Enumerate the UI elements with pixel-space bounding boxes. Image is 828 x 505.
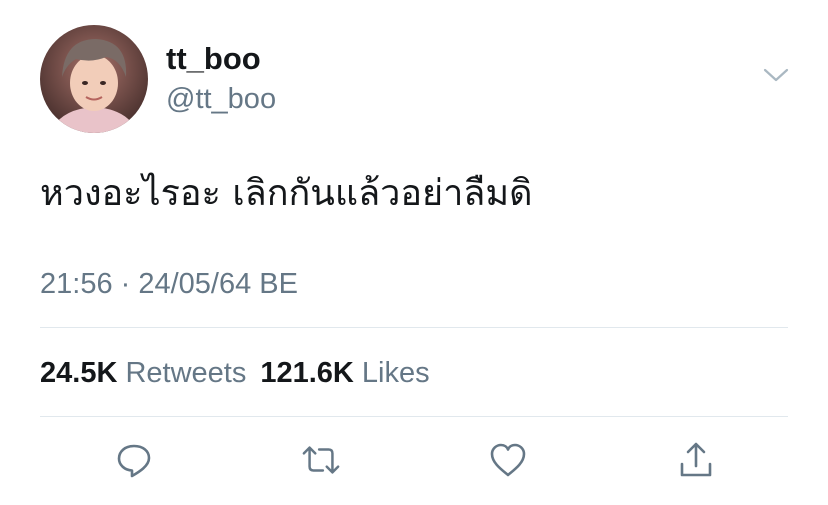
likes-label[interactable]: Likes — [362, 357, 430, 389]
divider — [40, 327, 788, 328]
divider — [40, 416, 788, 417]
display-name[interactable]: tt_boo — [166, 41, 261, 77]
user-handle[interactable]: @tt_boo — [166, 81, 276, 117]
speech-bubble-icon — [117, 444, 151, 478]
retweets-label[interactable]: Retweets — [125, 357, 246, 389]
share-button[interactable] — [676, 440, 716, 480]
like-button[interactable] — [488, 440, 528, 480]
reply-button[interactable] — [114, 440, 154, 480]
retweet-button[interactable] — [301, 440, 341, 480]
avatar[interactable] — [40, 25, 148, 133]
chevron-down-icon[interactable] — [760, 64, 792, 88]
retweets-count[interactable]: 24.5K — [40, 357, 117, 389]
retweet-arrows-icon — [302, 446, 340, 474]
tweet-timestamp[interactable]: 21:56 · 24/05/64 BE — [40, 266, 298, 302]
share-upload-icon — [680, 442, 712, 477]
heart-icon — [490, 443, 526, 477]
engagement-stats: 24.5K Retweets 121.6K Likes — [40, 355, 430, 391]
likes-count[interactable]: 121.6K — [260, 357, 354, 389]
profile-photo-icon — [40, 25, 148, 133]
tweet-text: หวงอะไรอะ เลิกกันแล้วอย่าลืมดิ — [40, 173, 533, 214]
